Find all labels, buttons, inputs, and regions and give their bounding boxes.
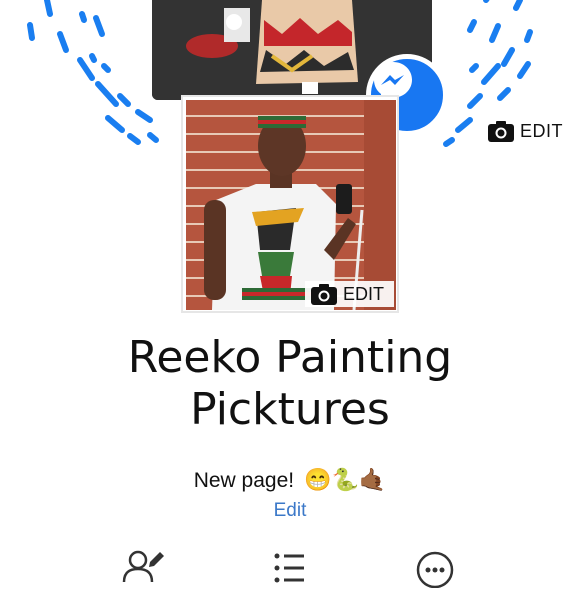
list-action[interactable] (265, 548, 315, 588)
edit-profile-icon (122, 550, 164, 583)
page-title-line-1: Reeko Painting (127, 332, 453, 383)
edit-cover-button[interactable]: EDIT (488, 121, 563, 142)
camera-icon (488, 121, 514, 142)
edit-cover-label: EDIT (520, 121, 564, 141)
edit-profile-picture-button[interactable]: EDIT (305, 281, 395, 307)
more-icon (416, 551, 454, 589)
page-title: Reeko Painting Picktures (0, 332, 580, 436)
page-status: New page! 😁🐍🤙🏾 (0, 468, 580, 493)
profile-picture[interactable] (186, 100, 396, 310)
edit-profile-picture-label: EDIT (343, 283, 385, 304)
edit-profile-action[interactable] (120, 548, 170, 588)
snake-emoji: 🐍 (331, 467, 359, 492)
status-emojis: 😁🐍🤙🏾 (304, 468, 386, 493)
camera-icon (311, 283, 337, 305)
page-title-line-2: Picktures (190, 384, 390, 435)
grinning-face-emoji: 😁 (304, 467, 332, 492)
status-text: New page! (193, 468, 295, 492)
call-me-hand-emoji: 🤙🏾 (358, 467, 387, 492)
edit-status-link[interactable]: Edit (0, 500, 580, 522)
profile-picture-frame[interactable]: EDIT (181, 95, 399, 313)
more-action[interactable] (410, 548, 460, 589)
list-icon (274, 553, 304, 583)
profile-picture-image (186, 100, 396, 310)
